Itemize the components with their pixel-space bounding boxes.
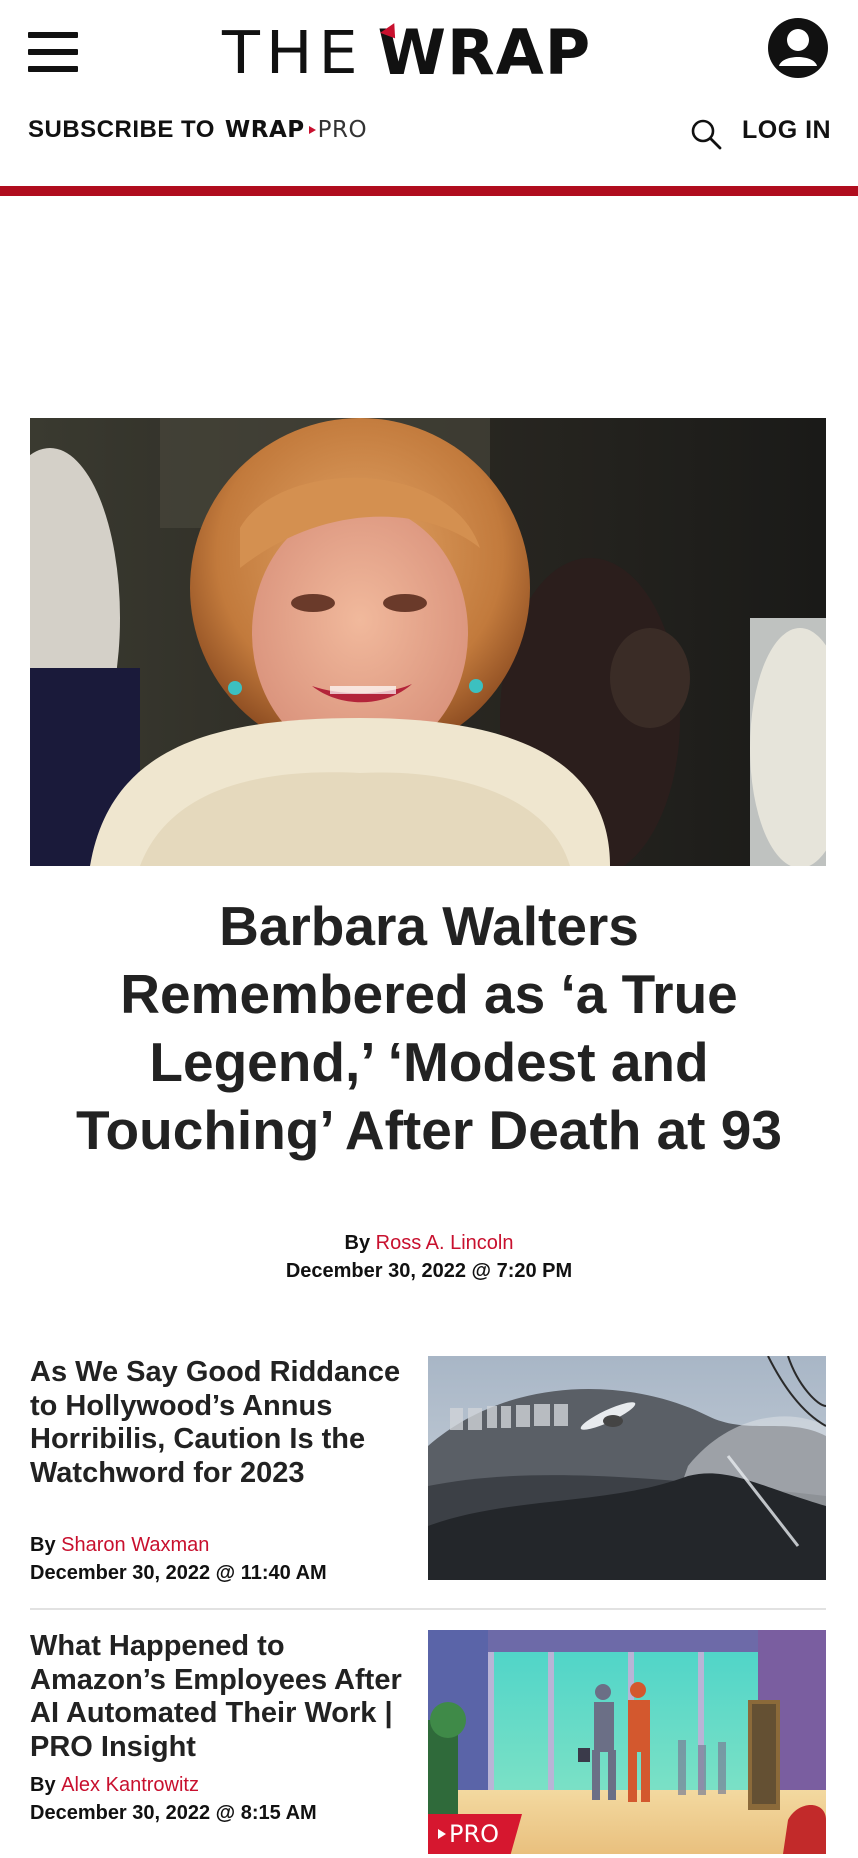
wrap-pro-logo: WRAP PRO [224, 117, 368, 143]
article-divider [30, 1608, 826, 1610]
hero-image[interactable] [30, 418, 826, 866]
site-logo[interactable]: THE WRAP [222, 16, 591, 89]
header-divider-bar [0, 186, 858, 196]
subscribe-link[interactable]: SUBSCRIBE TO WRAP PRO [28, 116, 367, 144]
logo-wrap: WRAP [377, 15, 592, 89]
subscribe-label: SUBSCRIBE TO [28, 116, 215, 143]
hero-date: December 30, 2022 @ 7:20 PM [285, 1260, 573, 1282]
account-icon[interactable] [768, 18, 828, 78]
article-thumbnail[interactable]: PRO [428, 1630, 826, 1854]
article-author-link[interactable]: Sharon Waxman [61, 1534, 209, 1556]
article-date: December 30, 2022 @ 11:40 AM [30, 1562, 327, 1584]
article-date: December 30, 2022 @ 8:15 AM [30, 1802, 317, 1824]
search-icon[interactable] [690, 118, 722, 150]
article-thumbnail[interactable] [428, 1356, 826, 1580]
hero-byline: By Ross A. Lincoln [344, 1232, 514, 1254]
article-item: As We Say Good Riddance to Hollywood’s A… [30, 1356, 826, 1584]
site-header: THE WRAP SUBSCRIBE TO WRAP PRO LOG IN [0, 0, 858, 192]
article-item: What Happened to Amazon’s Employees Afte… [30, 1630, 826, 1858]
logo-the: THE [222, 17, 364, 87]
login-link[interactable]: LOG IN [742, 116, 831, 145]
ad-placeholder [0, 196, 858, 418]
pro-badge: PRO [428, 1814, 522, 1854]
hero-headline[interactable]: Barbara Walters Remembered as ‘a True Le… [40, 892, 818, 1164]
article-byline: By Sharon Waxman [30, 1534, 210, 1556]
hero-author-link[interactable]: Ross A. Lincoln [376, 1232, 514, 1254]
article-title[interactable]: As We Say Good Riddance to Hollywood’s A… [30, 1356, 410, 1490]
hamburger-menu-icon[interactable] [28, 32, 80, 72]
article-title[interactable]: What Happened to Amazon’s Employees Afte… [30, 1630, 410, 1764]
article-author-link[interactable]: Alex Kantrowitz [61, 1774, 199, 1796]
article-byline: By Alex Kantrowitz [30, 1774, 199, 1796]
